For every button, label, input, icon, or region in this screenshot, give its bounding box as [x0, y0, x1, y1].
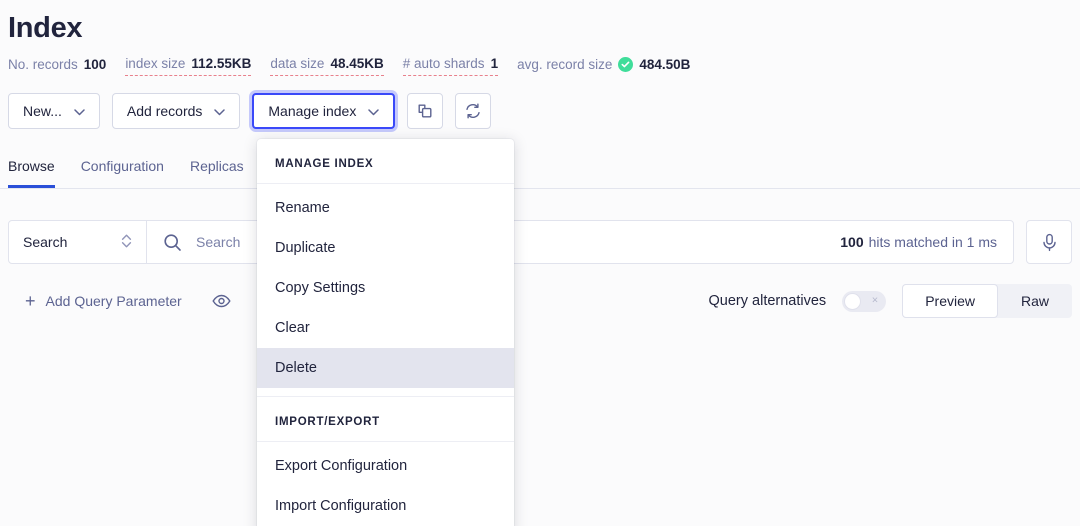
copy-icon-button[interactable] — [407, 93, 444, 129]
new-button-label: New... — [23, 103, 62, 119]
stat-auto-shards[interactable]: # auto shards 1 — [402, 55, 499, 76]
query-view-controls: Query alternatives × Preview Raw — [709, 284, 1072, 318]
hits-count: 100 — [840, 234, 864, 250]
stat-value: 1 — [490, 56, 499, 71]
refresh-icon-button[interactable] — [455, 93, 492, 129]
query-parameters-row: + Add Query Parameter Query alternatives… — [0, 284, 1080, 318]
menu-section-title-manage-index: MANAGE INDEX — [257, 139, 514, 184]
add-query-parameter-label: Add Query Parameter — [45, 293, 182, 309]
success-check-icon — [618, 57, 634, 72]
stat-label: index size — [125, 56, 186, 71]
index-tabs: Browse Configuration Replicas Synonyms — [0, 149, 1080, 189]
new-button[interactable]: New... — [8, 93, 100, 129]
query-alternatives-toggle[interactable]: × — [842, 290, 887, 312]
menu-section-title-import-export: IMPORT/EXPORT — [257, 396, 514, 442]
index-stats-row: No. records 100 index size 112.55KB data… — [8, 55, 1080, 76]
manage-index-button-label: Manage index — [268, 103, 357, 119]
copy-icon — [417, 103, 434, 120]
search-toolbar: Search 100 hits matched in 1 ms — [0, 220, 1080, 264]
view-mode-preview[interactable]: Preview — [902, 284, 998, 318]
view-mode-raw[interactable]: Raw — [998, 284, 1072, 318]
hits-status: 100 hits matched in 1 ms — [832, 221, 1013, 263]
manage-index-button[interactable]: Manage index — [252, 93, 396, 129]
plus-icon: + — [25, 291, 36, 311]
search-mode-select[interactable]: Search — [9, 221, 147, 263]
stat-label: # auto shards — [402, 56, 485, 71]
stat-value: 48.45KB — [330, 56, 384, 71]
hits-text: hits matched in 1 ms — [868, 234, 997, 250]
stat-label: data size — [270, 56, 325, 71]
view-mode-segmented-control: Preview Raw — [902, 284, 1072, 318]
chevron-down-icon — [214, 103, 226, 119]
page-header: Index No. records 100 index size 112.55K… — [0, 0, 1080, 76]
tab-browse[interactable]: Browse — [8, 157, 55, 188]
microphone-icon — [1041, 233, 1058, 252]
refresh-icon — [464, 102, 482, 120]
actions-toolbar: New... Add records Manage index — [0, 93, 1080, 129]
page-title: Index — [8, 12, 83, 44]
eye-icon — [212, 294, 231, 308]
add-records-button-label: Add records — [126, 103, 203, 119]
menu-item-delete[interactable]: Delete — [257, 348, 514, 388]
stat-value: 112.55KB — [191, 56, 252, 71]
menu-item-export-configuration[interactable]: Export Configuration — [257, 446, 514, 486]
menu-item-clear[interactable]: Clear — [257, 308, 514, 348]
stat-data-size[interactable]: data size 48.45KB — [270, 55, 384, 76]
stepper-icon — [121, 232, 132, 253]
manage-index-dropdown-menu: MANAGE INDEX Rename Duplicate Copy Setti… — [257, 139, 514, 526]
chevron-down-icon — [368, 103, 380, 119]
tab-configuration[interactable]: Configuration — [81, 157, 164, 188]
toggle-visibility-button[interactable] — [212, 294, 231, 308]
stat-label: No. records — [8, 56, 78, 72]
stat-value: 484.50B — [639, 56, 691, 72]
stat-avg-record-size: avg. record size 484.50B — [517, 56, 690, 76]
stat-no-records: No. records 100 — [8, 56, 106, 76]
stat-label: avg. record size — [517, 56, 613, 72]
voice-search-button[interactable] — [1026, 220, 1072, 264]
stat-value: 100 — [83, 56, 107, 72]
chevron-down-icon — [74, 103, 85, 119]
search-mode-value: Search — [23, 234, 68, 250]
stat-index-size[interactable]: index size 112.55KB — [125, 55, 252, 76]
menu-item-import-configuration[interactable]: Import Configuration — [257, 486, 514, 526]
menu-item-rename[interactable]: Rename — [257, 188, 514, 228]
menu-item-duplicate[interactable]: Duplicate — [257, 228, 514, 268]
toggle-off-mark: × — [871, 294, 879, 307]
add-query-parameter-button[interactable]: + Add Query Parameter — [8, 291, 182, 311]
tab-replicas[interactable]: Replicas — [190, 157, 244, 188]
add-records-button[interactable]: Add records — [111, 93, 241, 129]
toggle-knob — [844, 292, 862, 310]
menu-item-copy-settings[interactable]: Copy Settings — [257, 268, 514, 308]
search-icon — [163, 233, 182, 252]
query-alternatives-label: Query alternatives — [708, 293, 827, 309]
